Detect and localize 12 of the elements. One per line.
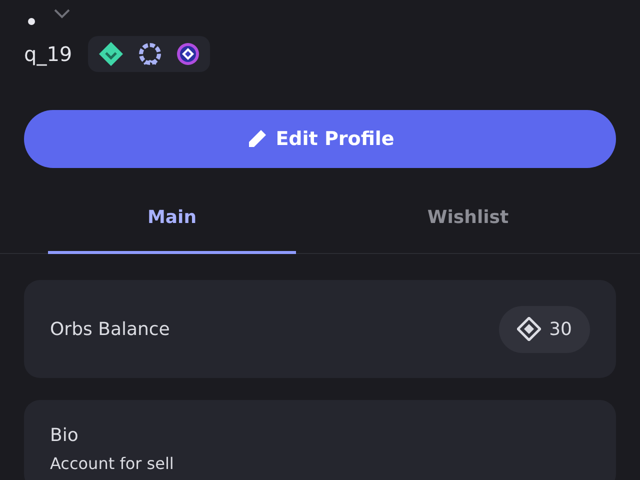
- orbs-amount: 30: [549, 318, 572, 342]
- orb-icon: [517, 317, 542, 341]
- username: q_19: [24, 41, 72, 68]
- tab[interactable]: Wishlist: [344, 190, 592, 254]
- tab[interactable]: Main: [48, 190, 296, 254]
- diamond-badge-icon[interactable]: [98, 41, 124, 67]
- card-title: Bio: [50, 424, 80, 448]
- card-title: Orbs Balance: [50, 318, 170, 342]
- edit-profile-button[interactable]: Edit Profile: [24, 110, 616, 168]
- chevron-down-icon[interactable]: [53, 9, 71, 19]
- orb-badge-icon[interactable]: [176, 42, 200, 66]
- bio-text: Account for sell: [50, 455, 175, 473]
